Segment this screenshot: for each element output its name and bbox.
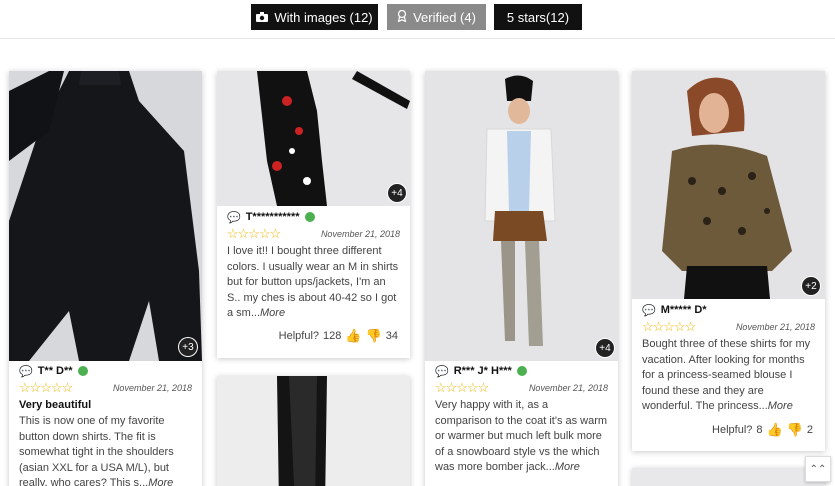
helpful-down-count: 34 <box>385 330 398 342</box>
double-chevron-up-icon: ⌃⌃ <box>809 463 827 475</box>
reviewer-name: M***** D* <box>660 304 707 316</box>
star-rating: ☆☆☆☆☆ <box>227 226 281 241</box>
camera-icon <box>256 10 269 25</box>
helpful-up-count: 128 <box>323 330 342 342</box>
review-date: November 21, 2018 <box>112 383 192 393</box>
image-count-badge[interactable]: +2 <box>802 277 820 295</box>
star-rating: ☆☆☆☆☆ <box>435 380 489 395</box>
review-text: I love it!! I bought three different col… <box>227 245 399 319</box>
rating-row: ☆☆☆☆☆ November 21, 2018 <box>642 319 815 334</box>
review-card[interactable]: +4 💬 T*********** ☆☆☆☆☆ November 21, 201… <box>217 71 410 358</box>
review-card[interactable]: +3 💬 T** D** ☆☆☆☆☆ November 21, 2018 Ver… <box>9 71 202 486</box>
review-photo[interactable] <box>217 71 410 206</box>
read-more-link[interactable]: More <box>555 461 580 473</box>
review-title: Very beautiful <box>19 399 92 411</box>
review-card[interactable]: +2 💬 M***** D* ☆☆☆☆☆ November 21, 2018 B… <box>632 71 825 451</box>
image-count-badge[interactable]: +4 <box>596 339 614 357</box>
review-date: November 21, 2018 <box>320 229 400 239</box>
rating-row: ☆☆☆☆☆ November 21, 2018 <box>435 380 608 395</box>
comment-icon: 💬 <box>227 211 241 224</box>
read-more-link[interactable]: More <box>768 400 793 412</box>
verified-badge-icon <box>77 366 88 376</box>
read-more-link[interactable]: More <box>260 307 285 319</box>
scroll-to-top-button[interactable]: ⌃⌃ <box>805 456 831 482</box>
review-card[interactable]: +4 💬 R*** J* H*** ☆☆☆☆☆ November 21, 201… <box>425 71 618 486</box>
verified-ribbon-icon <box>397 9 407 25</box>
review-text: Bought three of these shirts for my vaca… <box>642 338 811 412</box>
helpful-down-count: 2 <box>806 424 813 436</box>
review-photo[interactable] <box>217 376 410 486</box>
filter-with-images-button[interactable]: With images (12) <box>251 4 378 30</box>
reviewer-name: T** D** <box>37 365 73 377</box>
review-date: November 21, 2018 <box>528 383 608 393</box>
thumbs-down-icon[interactable]: 👎 <box>787 422 803 438</box>
verified-badge-icon <box>516 366 527 376</box>
review-photo[interactable] <box>425 71 618 361</box>
helpful-label: Helpful? <box>278 330 320 342</box>
thumbs-down-icon[interactable]: 👎 <box>366 328 382 344</box>
review-text: Very happy with it, as a comparison to t… <box>435 399 608 473</box>
image-count-badge[interactable]: +4 <box>388 184 406 202</box>
helpful-votes: Helpful? 8 👍 👎 2 <box>712 422 813 438</box>
image-count-badge[interactable]: +3 <box>179 338 197 356</box>
reviewer-name: R*** J* H*** <box>453 365 512 377</box>
review-meta: 💬 T*********** ☆☆☆☆☆ November 21, 2018 I… <box>217 210 410 322</box>
read-more-link[interactable]: More <box>148 477 173 486</box>
filter-with-images-label: With images (12) <box>274 9 373 25</box>
reviewer-row: 💬 R*** J* H*** <box>435 364 608 378</box>
review-photo[interactable] <box>632 468 825 486</box>
helpful-label: Helpful? <box>712 424 753 436</box>
review-meta: 💬 R*** J* H*** ☆☆☆☆☆ November 21, 2018 V… <box>425 364 618 476</box>
review-card[interactable] <box>632 468 825 486</box>
comment-icon: 💬 <box>642 304 656 317</box>
review-card[interactable] <box>217 376 410 486</box>
reviewer-row: 💬 T** D** <box>19 364 192 378</box>
review-meta: 💬 T** D** ☆☆☆☆☆ November 21, 2018 Very b… <box>9 364 202 486</box>
review-photo[interactable] <box>632 71 825 299</box>
review-date: November 21, 2018 <box>735 322 815 332</box>
filter-verified-button[interactable]: Verified (4) <box>387 4 486 30</box>
filter-verified-label: Verified (4) <box>413 9 476 25</box>
filter-five-stars-button[interactable]: 5 stars(12) <box>494 4 582 30</box>
verified-badge-icon <box>304 212 315 222</box>
filter-five-stars-label: 5 stars(12) <box>506 9 570 25</box>
helpful-votes: Helpful? 128 👍 👎 34 <box>279 328 398 344</box>
filter-divider <box>0 38 835 39</box>
reviewer-name: T*********** <box>245 211 300 223</box>
thumbs-up-icon[interactable]: 👍 <box>345 328 361 344</box>
comment-icon: 💬 <box>19 365 33 378</box>
thumbs-up-icon[interactable]: 👍 <box>767 422 783 438</box>
rating-row: ☆☆☆☆☆ November 21, 2018 <box>227 226 400 241</box>
review-photo[interactable] <box>9 71 202 361</box>
rating-row: ☆☆☆☆☆ November 21, 2018 <box>19 380 192 395</box>
reviewer-row: 💬 T*********** <box>227 210 400 224</box>
helpful-up-count: 8 <box>756 424 763 436</box>
review-meta: 💬 M***** D* ☆☆☆☆☆ November 21, 2018 Boug… <box>632 303 825 415</box>
review-text: This is now one of my favorite button do… <box>19 414 192 486</box>
comment-icon: 💬 <box>435 365 449 378</box>
reviewer-row: 💬 M***** D* <box>642 303 815 317</box>
star-rating: ☆☆☆☆☆ <box>642 319 696 334</box>
star-rating: ☆☆☆☆☆ <box>19 380 73 395</box>
review-filter-bar: With images (12) Verified (4) 5 stars(12… <box>0 4 835 30</box>
